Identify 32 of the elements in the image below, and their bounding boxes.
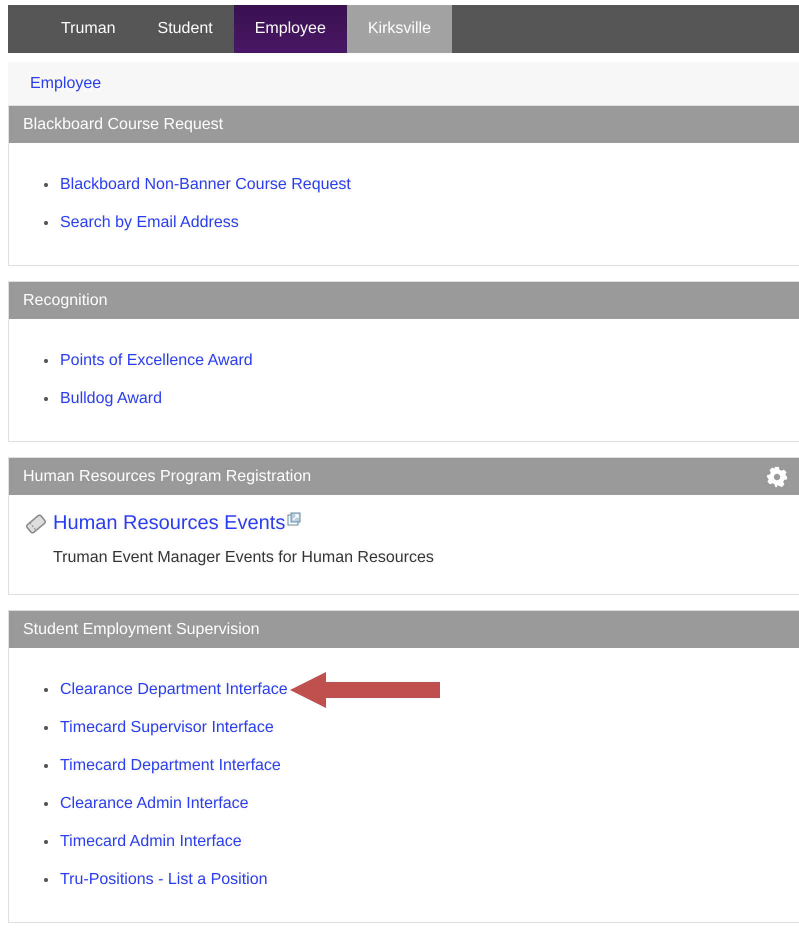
list-link[interactable]: Timecard Admin Interface xyxy=(60,833,242,851)
breadcrumb-link[interactable]: Employee xyxy=(30,74,102,92)
list-link[interactable]: Tru-Positions - List a Position xyxy=(60,871,268,889)
list-link[interactable]: Search by Email Address xyxy=(60,214,239,232)
event-link[interactable]: Human Resources Events xyxy=(53,512,286,535)
list-link[interactable]: Timecard Department Interface xyxy=(60,757,281,775)
list-link[interactable]: Timecard Supervisor Interface xyxy=(60,719,274,737)
event-description: Truman Event Manager Events for Human Resources xyxy=(53,549,435,567)
list-link[interactable]: Clearance Department Interface xyxy=(60,681,288,699)
list-link[interactable]: Blackboard Non-Banner Course Request xyxy=(60,176,351,194)
panel-title: Human Resources Program Registration xyxy=(23,468,312,486)
bullet-icon xyxy=(44,359,48,363)
panel-title: Student Employment Supervision xyxy=(23,620,260,638)
nav-tab[interactable]: Student xyxy=(136,5,234,53)
bullet-icon xyxy=(44,878,48,882)
panel-title: Recognition xyxy=(23,292,108,310)
bullet-icon xyxy=(44,688,48,692)
bullet-icon xyxy=(44,221,48,225)
bullet-icon xyxy=(44,397,48,401)
list-link[interactable]: Bulldog Award xyxy=(60,390,162,408)
nav-tab[interactable]: Employee xyxy=(234,5,347,53)
bullet-icon xyxy=(44,802,48,806)
nav-tab[interactable]: Truman xyxy=(40,5,137,53)
bullet-icon xyxy=(44,840,48,844)
bullet-icon xyxy=(44,183,48,187)
list-link[interactable]: Clearance Admin Interface xyxy=(60,795,249,813)
panel-title: Blackboard Course Request xyxy=(23,116,224,134)
bullet-icon xyxy=(44,726,48,730)
list-link[interactable]: Points of Excellence Award xyxy=(60,352,253,370)
bullet-icon xyxy=(44,764,48,768)
external-link-icon[interactable] xyxy=(287,512,302,526)
settings-icon[interactable] xyxy=(766,466,788,488)
